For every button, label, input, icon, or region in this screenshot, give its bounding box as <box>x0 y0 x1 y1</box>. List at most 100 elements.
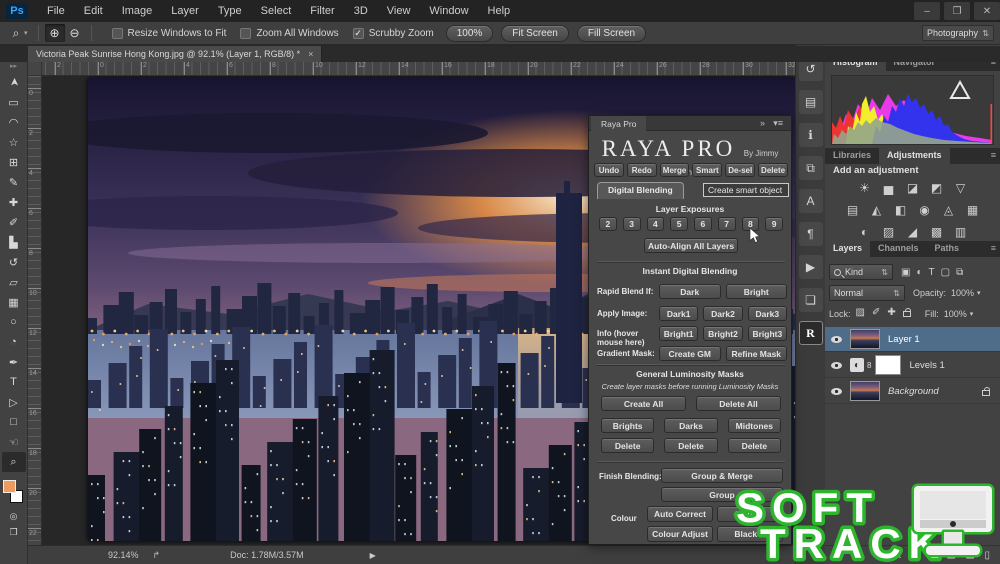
blend-dark3[interactable]: Dark3 <box>748 306 787 321</box>
lasso-tool-icon[interactable]: ◠ <box>2 112 26 132</box>
colour-colour-adjust[interactable]: Colour Adjust <box>647 526 713 542</box>
exposure-9[interactable]: 9 <box>765 217 783 231</box>
menu-image[interactable]: Image <box>113 3 162 19</box>
pen-tool-icon[interactable]: ✒ <box>2 352 26 372</box>
blend-mode-select[interactable]: Normal ⇅ <box>829 285 905 301</box>
checkbox-box[interactable] <box>353 28 364 39</box>
clone-source-panel-icon[interactable]: ⧉ <box>799 156 823 180</box>
close-tab-icon[interactable]: × <box>308 49 313 59</box>
tab-adjustments[interactable]: Adjustments <box>879 148 950 164</box>
layer-thumbnail[interactable] <box>850 381 880 401</box>
options-fill-screen[interactable]: Fill Screen <box>577 25 646 42</box>
filter-adjustment-layers-icon[interactable]: ◐ <box>916 267 922 278</box>
lock-transparency-icon[interactable]: ▨ <box>856 307 865 320</box>
tab-libraries[interactable]: Libraries <box>825 148 879 164</box>
layer-filter-select[interactable]: Kind ⇅ <box>829 264 893 280</box>
menu-3d[interactable]: 3D <box>345 3 377 19</box>
raya-undo[interactable]: Undo <box>594 163 624 177</box>
restore-button[interactable]: ❐ <box>944 2 970 20</box>
brush-tool-icon[interactable]: ✐ <box>2 212 26 232</box>
character-panel-icon[interactable]: A <box>799 189 823 213</box>
colour-auto-correct[interactable]: Auto Correct <box>647 506 713 522</box>
menu-type[interactable]: Type <box>209 3 251 19</box>
eyedropper-tool-icon[interactable]: ✎ <box>2 172 26 192</box>
history-brush-tool-icon[interactable]: ↺ <box>2 252 26 272</box>
fill-value[interactable]: 100% <box>944 309 967 319</box>
curves-icon[interactable]: ◪ <box>905 181 920 195</box>
dropdown-caret-icon[interactable]: ▾ <box>977 289 981 297</box>
menu-layer[interactable]: Layer <box>162 3 208 19</box>
filter-pixel-layers-icon[interactable]: ▣ <box>901 267 910 278</box>
magic-wand-tool-icon[interactable]: ☆ <box>2 132 26 152</box>
minimize-button[interactable]: – <box>914 2 940 20</box>
raya-smart[interactable]: Smart <box>692 163 722 177</box>
filter-shape-layers-icon[interactable]: ▢ <box>941 267 950 278</box>
dodge-tool-icon[interactable]: ◔ <box>2 332 26 352</box>
finish-group-merge[interactable]: Group & Merge <box>661 468 783 483</box>
menu-select[interactable]: Select <box>252 3 301 19</box>
menu-view[interactable]: View <box>378 3 420 19</box>
glm-midtones[interactable]: Midtones <box>728 418 781 433</box>
clone-stamp-tool-icon[interactable]: ▙ <box>2 232 26 252</box>
exposure-2[interactable]: 2 <box>599 217 617 231</box>
screen-mode-icon[interactable]: ❐ <box>2 524 26 540</box>
brightness-contrast-icon[interactable]: ☀ <box>857 181 872 195</box>
glm-brights[interactable]: Brights <box>601 418 654 433</box>
tab-paths[interactable]: Paths <box>927 241 968 257</box>
blend-refine-mask[interactable]: Refine Mask <box>726 346 788 361</box>
raya-delete[interactable]: Delete <box>758 163 788 177</box>
layer-row-background[interactable]: Background <box>825 379 1000 404</box>
marquee-tool-icon[interactable]: ▭ <box>2 92 26 112</box>
hue-saturation-icon[interactable]: ▤ <box>845 203 860 217</box>
panel-menu-icon[interactable]: ≡ <box>987 241 1000 257</box>
path-select-tool-icon[interactable]: ▷ <box>2 392 26 412</box>
menu-window[interactable]: Window <box>420 3 477 19</box>
filter-type-layers-icon[interactable]: T <box>929 267 935 278</box>
tab-layers[interactable]: Layers <box>825 241 870 257</box>
levels-icon[interactable]: ▅ <box>881 181 896 195</box>
black-white-icon[interactable]: ◧ <box>893 203 908 217</box>
healing-brush-tool-icon[interactable]: ✚ <box>2 192 26 212</box>
blend-dark[interactable]: Dark <box>659 284 721 299</box>
lock-all-icon[interactable] <box>903 307 911 320</box>
checkbox-box[interactable] <box>112 28 123 39</box>
zoom-in-button[interactable]: ⊕ <box>45 24 65 42</box>
color-swatches[interactable] <box>2 478 26 508</box>
tab-digital-blending[interactable]: Digital Blending <box>597 182 684 199</box>
type-tool-icon[interactable]: T <box>2 372 26 392</box>
layer-row-levels-1[interactable]: ◐ 8 Levels 1 <box>825 353 1000 378</box>
visibility-eye-icon[interactable] <box>831 388 842 395</box>
libraries-panel-icon[interactable]: ❏ <box>799 288 823 312</box>
move-tool-icon[interactable]: ➤ <box>4 70 24 94</box>
lock-position-icon[interactable]: ✚ <box>887 307 895 320</box>
menu-filter[interactable]: Filter <box>301 3 343 19</box>
workspace-select[interactable]: Photography ⇅ <box>922 25 994 41</box>
glm-delete-all[interactable]: Delete All <box>696 396 781 411</box>
menu-edit[interactable]: Edit <box>75 3 112 19</box>
exposure-icon[interactable]: ◩ <box>929 181 944 195</box>
glm-delete[interactable]: Delete <box>601 438 654 453</box>
panel-menu-icon[interactable]: ≡ <box>987 148 1000 164</box>
options-100[interactable]: 100% <box>446 25 494 42</box>
vibrance-icon[interactable]: ▽ <box>953 181 968 195</box>
raya-de-sel[interactable]: De-sel <box>725 163 755 177</box>
collapse-panel-icon[interactable]: » <box>760 118 765 128</box>
blend-dark1[interactable]: Dark1 <box>659 306 698 321</box>
tool-preset-caret-icon[interactable]: ▾ <box>24 29 28 37</box>
color-lookup-icon[interactable]: ▦ <box>965 203 980 217</box>
glm-darks[interactable]: Darks <box>664 418 717 433</box>
blend-create-gm[interactable]: Create GM <box>659 346 721 361</box>
zoom-level[interactable]: 92.14% <box>108 550 139 560</box>
glm-create-all[interactable]: Create All <box>601 396 686 411</box>
dropdown-caret-icon[interactable]: ▾ <box>970 310 974 318</box>
zoom-tool-icon[interactable]: ⌕ <box>2 452 26 472</box>
filter-smart-objects-icon[interactable]: ⧉ <box>956 267 963 278</box>
checkbox-box[interactable] <box>240 28 251 39</box>
photo-filter-icon[interactable]: ◉ <box>917 203 932 217</box>
posterize-icon[interactable]: ▨ <box>881 225 896 239</box>
blend-bright[interactable]: Bright <box>726 284 788 299</box>
blend-bright2[interactable]: Bright2 <box>703 326 742 341</box>
exposure-5[interactable]: 5 <box>670 217 688 231</box>
levels-adjustment-icon[interactable]: ◐ <box>850 358 864 372</box>
info-panel-icon[interactable]: ℹ <box>799 123 823 147</box>
